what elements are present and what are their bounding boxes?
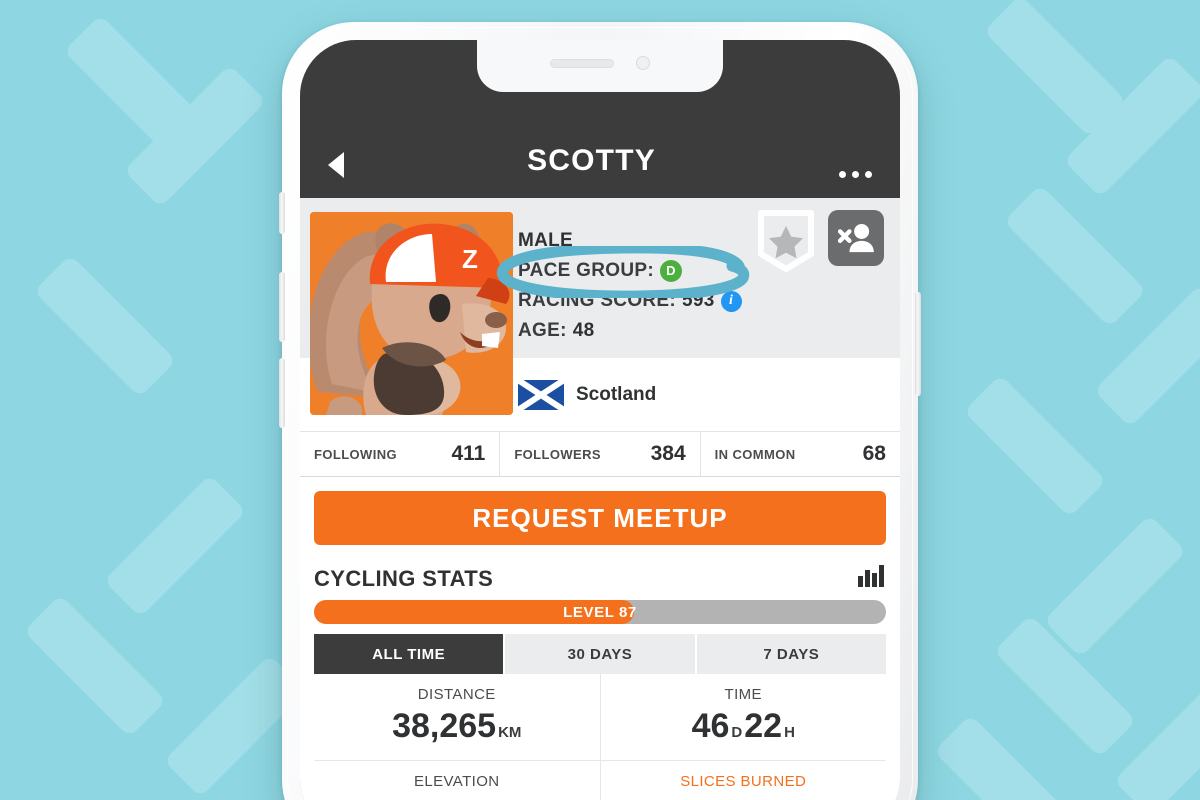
stats-row-2: ELEVATION 399,035 M SLICES BURNED 2,508 [314, 761, 886, 800]
distance-value: 38,265 [392, 707, 497, 745]
screenshot-stage: SCOTTY Z MALE PACE GROUP: D RACING SCORE… [0, 0, 1200, 800]
profile-badges [758, 210, 884, 272]
slices-value: 2,508 [690, 794, 775, 800]
stat-in-common[interactable]: IN COMMON 68 [701, 432, 900, 476]
profile-gender: MALE [518, 226, 742, 256]
more-dots-icon[interactable] [839, 171, 872, 178]
back-triangle-icon[interactable] [328, 152, 344, 178]
in-common-value: 68 [862, 442, 886, 465]
country-name: Scotland [576, 383, 657, 405]
elevation-label: ELEVATION [413, 773, 500, 790]
volume-down-button[interactable] [279, 358, 285, 428]
time-value-group: 46 D 22 H [601, 707, 887, 746]
tab-all-time[interactable]: ALL TIME [314, 634, 504, 674]
racing-score-label: RACING SCORE: [518, 290, 677, 311]
distance-label: DISTANCE [417, 686, 496, 703]
metric-slices-burned: SLICES BURNED 2,508 [601, 761, 887, 800]
distance-value-group: 38,265 KM [314, 707, 600, 746]
stats-row-1: DISTANCE 38,265 KM TIME 46 D 22 H [314, 674, 886, 761]
metric-distance: DISTANCE 38,265 KM [314, 674, 601, 760]
time-days: 46 D [692, 707, 743, 746]
time-hours: 22 H [744, 707, 795, 746]
profile-info: MALE PACE GROUP: D RACING SCORE: 593 i A… [518, 226, 742, 346]
level-progress-container: LEVEL 87 [300, 600, 900, 634]
remove-person-icon[interactable] [828, 210, 884, 266]
pace-group-label: PACE GROUP: [518, 260, 654, 281]
metric-elevation: ELEVATION 399,035 M [314, 761, 601, 800]
profile-age: AGE: 48 [518, 316, 742, 346]
cycling-stats-header: CYCLING STATS [300, 553, 900, 600]
star-pennant-icon[interactable] [758, 210, 814, 272]
level-label: LEVEL 87 [563, 603, 637, 621]
age-label: AGE: [518, 320, 567, 341]
gender-value: MALE [518, 230, 574, 251]
age-value: 48 [572, 320, 595, 341]
level-progress-bar: LEVEL 87 [314, 600, 886, 624]
stat-following[interactable]: FOLLOWING 411 [300, 432, 501, 476]
volume-up-button[interactable] [279, 272, 285, 342]
followers-value: 384 [650, 442, 686, 465]
metric-time: TIME 46 D 22 H [601, 674, 887, 760]
tab-30-days[interactable]: 30 DAYS [505, 634, 695, 674]
slices-value-group: 2,508 [601, 794, 887, 800]
app-content: SCOTTY Z MALE PACE GROUP: D RACING SCORE… [300, 40, 900, 800]
bar-chart-icon[interactable] [858, 565, 884, 592]
profile-header: Z MALE PACE GROUP: D RACING SCORE: 593 i… [300, 198, 900, 415]
tab-7-days[interactable]: 7 DAYS [696, 634, 886, 674]
profile-racing-score: RACING SCORE: 593 i [518, 286, 742, 316]
phone-device: SCOTTY Z MALE PACE GROUP: D RACING SCORE… [279, 22, 921, 800]
time-range-tabs: ALL TIME 30 DAYS 7 DAYS [300, 634, 900, 674]
profile-pace-group: PACE GROUP: D [518, 256, 742, 286]
time-days-value: 46 [691, 707, 730, 745]
pizza-slice-icon [780, 794, 796, 800]
time-hours-unit: H [784, 724, 795, 741]
following-label: FOLLOWING [314, 446, 398, 462]
phone-screen: SCOTTY Z MALE PACE GROUP: D RACING SCORE… [300, 40, 900, 800]
elevation-value: 399,035 [388, 794, 511, 800]
elevation-value-group: 399,035 M [314, 794, 600, 800]
follow-stats-row: FOLLOWING 411 FOLLOWERS 384 IN COMMON 68 [300, 431, 900, 477]
cycling-stats-title: CYCLING STATS [314, 565, 494, 591]
pace-group-badge: D [659, 260, 682, 282]
time-hours-value: 22 [744, 707, 783, 745]
power-button[interactable] [915, 292, 921, 396]
earpiece-speaker [550, 58, 614, 68]
stats-grid: DISTANCE 38,265 KM TIME 46 D 22 H ELEVAT… [300, 674, 900, 800]
in-common-label: IN COMMON [714, 446, 796, 462]
scotland-saltire-flag [516, 376, 566, 413]
front-camera [636, 56, 650, 70]
time-days-unit: D [731, 724, 743, 741]
racing-score-value: 593 [682, 290, 715, 311]
stat-followers[interactable]: FOLLOWERS 384 [500, 432, 701, 476]
followers-label: FOLLOWERS [514, 446, 601, 462]
distance-unit: KM [498, 724, 522, 741]
request-meetup-button[interactable]: REQUEST MEETUP [314, 491, 886, 545]
page-title: SCOTTY [527, 144, 656, 177]
avatar[interactable]: Z [310, 212, 513, 415]
time-label: TIME [724, 686, 762, 703]
cta-container: REQUEST MEETUP [300, 477, 900, 553]
svg-text:Z: Z [462, 244, 478, 274]
following-value: 411 [451, 442, 486, 465]
silent-switch[interactable] [279, 192, 285, 234]
phone-notch [477, 40, 723, 92]
slices-label: SLICES BURNED [680, 773, 807, 790]
info-icon[interactable]: i [720, 290, 742, 312]
